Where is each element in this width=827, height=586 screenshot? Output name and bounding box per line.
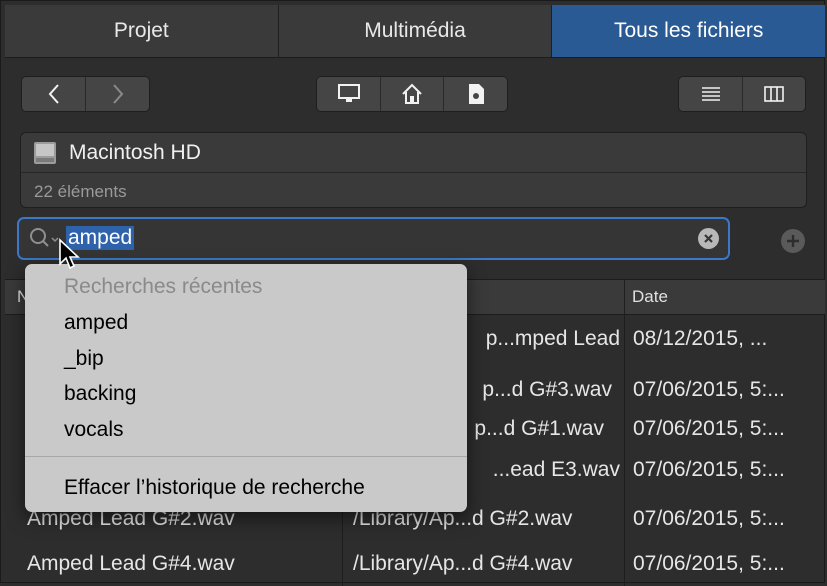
file-date: 07/06/2015, 5:... (633, 417, 785, 440)
location-name[interactable]: Macintosh HD (69, 141, 201, 165)
recent-search-item[interactable]: _bip (64, 347, 104, 371)
tab-projet[interactable]: Projet (5, 5, 279, 57)
location-panel: Macintosh HD 22 éléments (20, 132, 807, 208)
tab-tous-les-fichiers[interactable]: Tous les fichiers (552, 5, 826, 57)
recent-search-item[interactable]: vocals (64, 418, 124, 442)
chevron-right-icon (112, 84, 123, 104)
file-date: 07/06/2015, 5:... (633, 552, 785, 575)
search-icon[interactable] (28, 226, 62, 250)
tab-multimedia[interactable]: Multimédia (279, 5, 553, 57)
hard-drive-icon (34, 141, 56, 164)
file-date: 08/12/2015, ... (633, 327, 768, 350)
navigation-buttons (21, 76, 150, 112)
file-path: /Library/Ap...d G#4.wav (353, 552, 573, 575)
forward-button[interactable] (86, 77, 149, 111)
view-mode-buttons (678, 76, 806, 112)
clear-search-button[interactable] (698, 228, 719, 249)
mouse-pointer-icon (59, 238, 81, 270)
recent-search-item[interactable]: amped (64, 311, 128, 335)
menu-divider (25, 456, 467, 457)
back-button[interactable] (22, 77, 86, 111)
file-name: Amped Lead G#4.wav (27, 552, 235, 575)
column-header-date[interactable]: Date (624, 280, 812, 314)
document-icon (468, 84, 484, 104)
menu-header: Recherches récentes (64, 275, 263, 298)
home-button[interactable] (381, 77, 444, 111)
recent-searches-menu: Recherches récentes amped _bip backing v… (25, 264, 467, 512)
document-button[interactable] (444, 77, 507, 111)
computer-icon (337, 84, 360, 102)
file-date: 07/06/2015, 5:... (633, 378, 785, 401)
column-view-button[interactable] (743, 77, 805, 111)
chevron-left-icon (48, 84, 59, 104)
list-view-button[interactable] (679, 77, 743, 111)
file-date: 07/06/2015, 5:... (633, 458, 785, 481)
home-icon (402, 83, 422, 104)
file-browser-window: Projet Multimédia Tous les fichiers Maci… (0, 0, 826, 586)
column-header-name[interactable]: N (17, 280, 25, 314)
list-view-icon (701, 87, 720, 101)
location-shortcuts (316, 76, 508, 112)
clear-history-item[interactable]: Effacer l’historique de recherche (64, 476, 365, 500)
column-view-icon (764, 86, 784, 102)
clear-icon (704, 234, 713, 243)
add-button[interactable] (781, 229, 805, 253)
table-row[interactable]: Amped Lead G#4.wav /Library/Ap...d G#4.w… (5, 546, 825, 582)
file-date: 07/06/2015, 5:... (633, 507, 785, 530)
item-count: 22 éléments (34, 182, 127, 201)
search-field[interactable]: amped (17, 217, 730, 260)
computer-button[interactable] (317, 77, 381, 111)
tab-bar: Projet Multimédia Tous les fichiers (5, 5, 826, 58)
recent-search-item[interactable]: backing (64, 382, 136, 406)
plus-icon (787, 235, 799, 247)
